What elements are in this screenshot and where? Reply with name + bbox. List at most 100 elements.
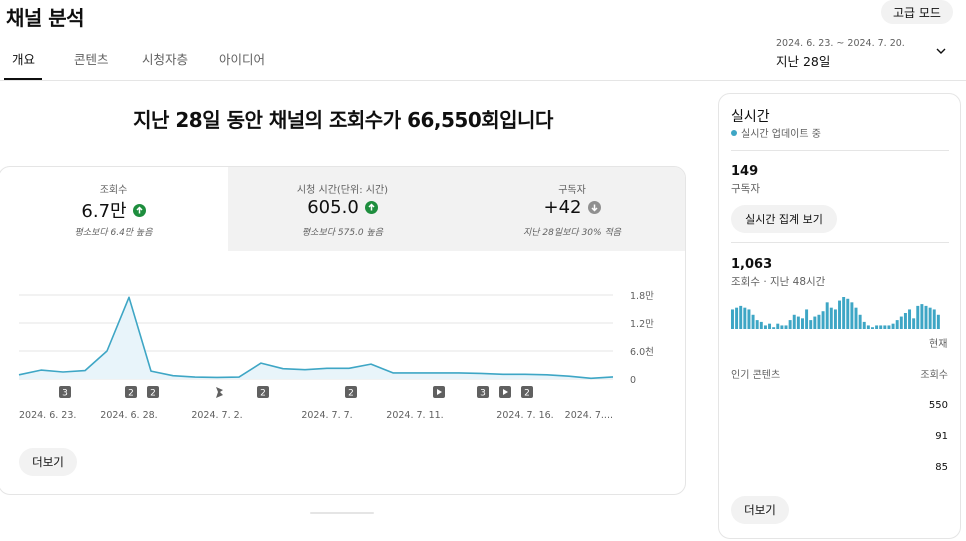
x-tick-label: 2024. 7. 11. — [386, 410, 443, 421]
divider — [731, 150, 949, 151]
realtime-bar — [928, 307, 932, 329]
realtime-bar — [780, 325, 784, 329]
realtime-bar — [916, 305, 920, 329]
upload-count-label: 2 — [128, 389, 134, 399]
realtime-bar — [809, 320, 813, 329]
tab-overview[interactable]: 개요 — [12, 46, 35, 80]
more-button[interactable]: 더보기 — [19, 448, 77, 476]
realtime-bar — [801, 318, 804, 329]
realtime-bar — [883, 325, 887, 329]
realtime-bar — [768, 323, 772, 329]
realtime-bar — [908, 309, 912, 329]
divider — [731, 242, 949, 243]
realtime-bar — [792, 314, 796, 329]
realtime-bar — [887, 325, 891, 329]
header-divider — [0, 80, 966, 81]
realtime-subscribers-label: 구독자 — [731, 183, 760, 195]
realtime-bar — [813, 316, 817, 329]
realtime-views-label: 조회수 · 지난 48시간 — [731, 276, 826, 288]
realtime-bar — [825, 302, 829, 329]
tab-audience[interactable]: 시청자층 — [142, 46, 188, 80]
realtime-more-button[interactable]: 더보기 — [731, 496, 789, 524]
realtime-bar — [751, 314, 755, 329]
realtime-bar — [895, 320, 899, 329]
realtime-title: 실시간 — [731, 109, 770, 125]
realtime-bar — [759, 321, 763, 329]
metric-label: 시청 시간(단위: 시간) — [296, 185, 389, 196]
metric-tab-subscribers[interactable]: 구독자 +42 지난 28일보다 30% 적음 — [457, 167, 685, 251]
upload-count-label: 3 — [62, 389, 68, 399]
popular-content-header: 인기 콘텐츠 — [731, 370, 781, 381]
metric-tab-views[interactable]: 조회수 6.7만 평소보다 6.4만 높음 — [0, 167, 228, 251]
y-tick-label: 1.2만 — [630, 319, 654, 330]
realtime-subscribers-value: 149 — [731, 164, 759, 179]
realtime-bar — [899, 316, 903, 329]
upload-count-label: 2 — [524, 389, 530, 399]
realtime-bar — [763, 325, 767, 329]
realtime-bar — [924, 305, 928, 329]
x-tick-label: 2024. 7. 2. — [191, 410, 242, 421]
popular-content-views: 91 — [935, 431, 948, 442]
views-column-header: 조회수 — [920, 370, 948, 381]
realtime-bar — [747, 309, 751, 329]
realtime-bar — [805, 309, 809, 329]
tab-ideas[interactable]: 아이디어 — [219, 46, 265, 80]
realtime-bar — [858, 314, 862, 329]
metric-value: 6.7만 — [81, 201, 127, 222]
realtime-bar — [871, 327, 874, 329]
realtime-bar — [776, 323, 780, 329]
date-range-selector[interactable]: 2024. 6. 23. ~ 2024. 7. 20. 지난 28일 — [776, 38, 905, 70]
metric-label: 구독자 — [558, 185, 586, 196]
y-tick-label: 0 — [630, 375, 636, 386]
realtime-bar — [875, 325, 879, 329]
realtime-bar — [743, 307, 747, 329]
x-tick-label: 2024. 7. 7. — [301, 410, 352, 421]
realtime-status-text: 실시간 업데이트 중 — [741, 129, 821, 140]
metric-value: +42 — [543, 197, 582, 218]
realtime-bar — [891, 323, 895, 329]
realtime-bar — [850, 302, 854, 329]
upload-count-label: 2 — [260, 389, 266, 399]
realtime-bar — [788, 320, 792, 329]
y-tick-label: 1.8만 — [630, 291, 654, 302]
date-range-text: 2024. 6. 23. ~ 2024. 7. 20. — [776, 38, 905, 49]
realtime-bar — [920, 304, 924, 329]
metric-comparison: 평소보다 6.4만 높음 — [74, 228, 153, 238]
views-chart: 1.8만 1.2만 6.0천 0 3 2 2 2 2 3 2 2024. 6. 23. 2024. 6.… — [18, 291, 654, 421]
chevron-down-icon[interactable] — [934, 44, 948, 58]
realtime-bar — [829, 307, 833, 329]
realtime-bar — [731, 309, 734, 329]
realtime-bar — [912, 318, 916, 329]
metric-tab-watch-time[interactable]: 시청 시간(단위: 시간) 605.0 평소보다 575.0 높음 — [228, 167, 457, 251]
realtime-bar — [739, 305, 743, 329]
live-count-button[interactable]: 실시간 집계 보기 — [731, 205, 837, 233]
realtime-bar — [846, 298, 850, 329]
x-tick-label: 2024. 7.... — [565, 410, 613, 421]
realtime-views-value: 1,063 — [731, 257, 773, 272]
realtime-card: 실시간 실시간 업데이트 중 149 구독자 실시간 집계 보기 1,063 조… — [718, 93, 961, 539]
x-tick-label: 2024. 7. 16. — [496, 410, 553, 421]
realtime-bar — [833, 309, 837, 329]
chart-area — [19, 297, 613, 379]
date-range-label: 지난 28일 — [776, 54, 831, 69]
realtime-bar — [735, 307, 739, 329]
realtime-bar — [772, 327, 776, 329]
realtime-status: 실시간 업데이트 중 — [731, 125, 821, 140]
upload-count-label: 2 — [150, 389, 156, 399]
arrow-up-icon — [132, 203, 146, 217]
realtime-bar — [842, 297, 846, 329]
now-label: 현재 — [929, 339, 948, 350]
realtime-bar — [879, 325, 883, 329]
realtime-bar — [936, 314, 940, 329]
x-tick-label: 2024. 6. 23. — [19, 410, 76, 421]
summary-headline: 지난 28일 동안 채널의 조회수가 66,550회입니다 — [133, 108, 553, 132]
tab-content[interactable]: 콘텐츠 — [74, 46, 109, 80]
metric-comparison: 지난 28일보다 30% 적음 — [523, 228, 621, 238]
realtime-bar — [903, 313, 907, 329]
x-tick-label: 2024. 6. 28. — [100, 410, 157, 421]
realtime-bar — [784, 325, 788, 329]
popular-content-views: 85 — [935, 462, 948, 473]
advanced-mode-button[interactable]: 고급 모드 — [881, 0, 953, 24]
y-tick-label: 6.0천 — [630, 347, 654, 358]
overview-card: 조회수 6.7만 평소보다 6.4만 높음 시청 시간(단위: 시간) 605.… — [0, 166, 686, 495]
